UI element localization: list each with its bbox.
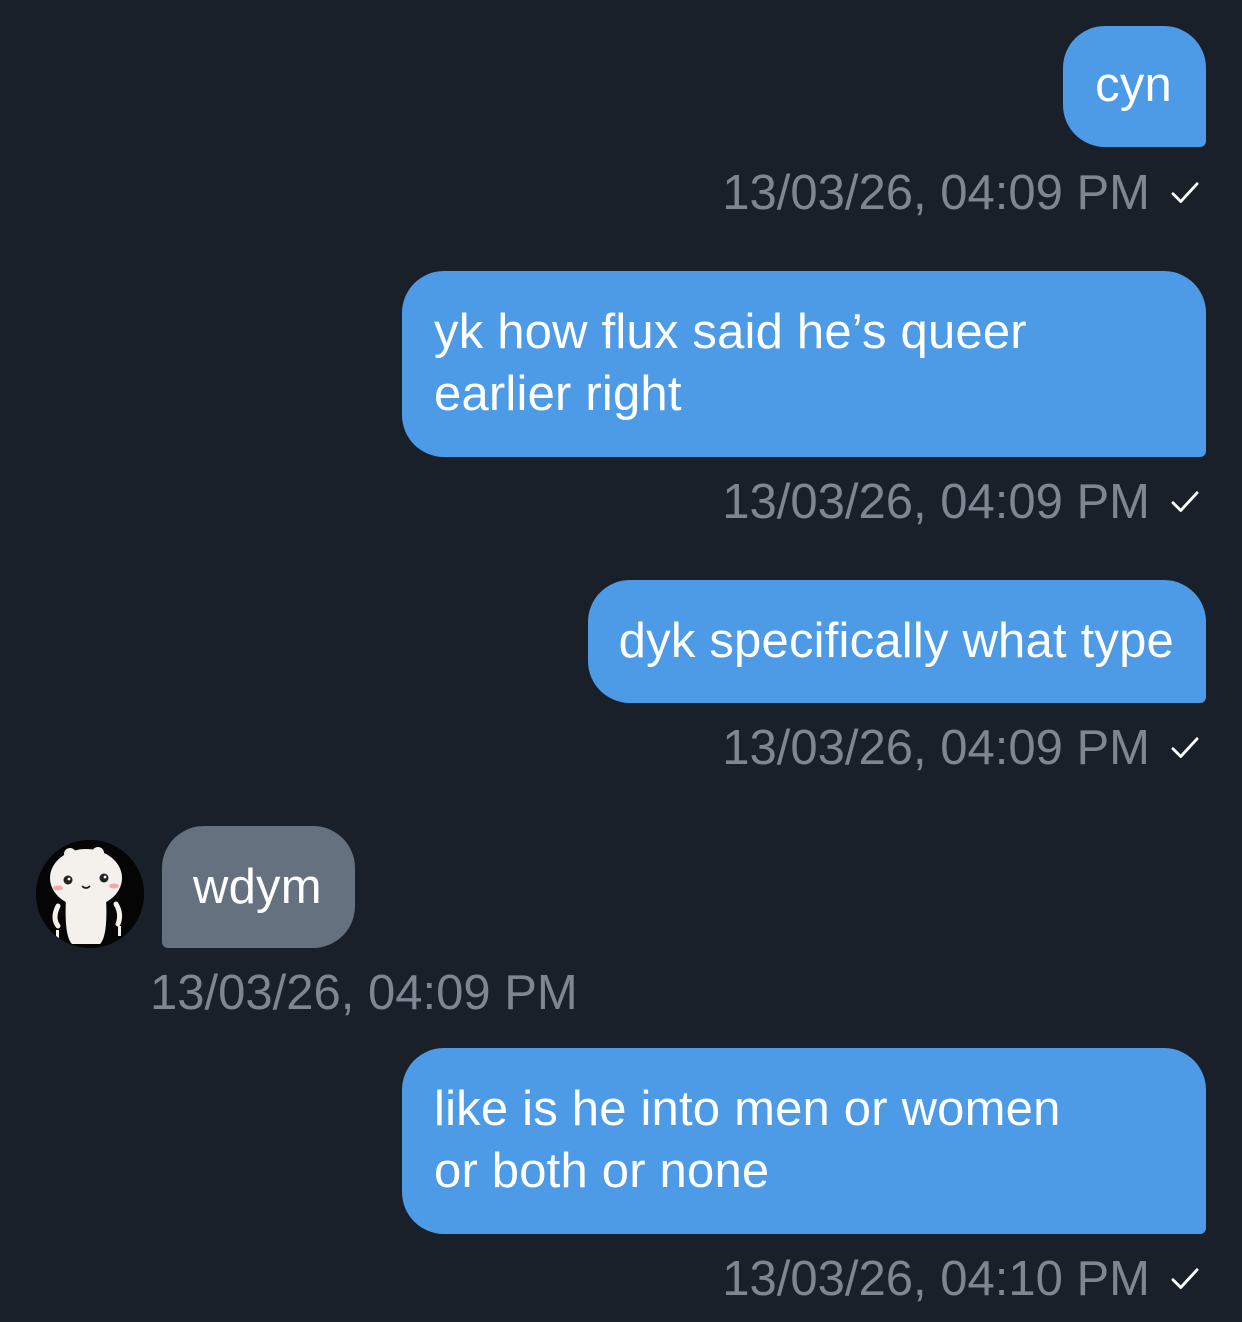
outgoing-message-bubble[interactable]: dyk specifically what type xyxy=(587,580,1206,703)
message-meta: 13/03/26, 04:10 PM xyxy=(722,1246,1202,1309)
message-meta: 13/03/26, 04:09 PM xyxy=(722,160,1202,223)
message-meta: 13/03/26, 04:09 PM xyxy=(150,960,578,1023)
message-timestamp: 13/03/26, 04:09 PM xyxy=(722,721,1150,776)
message-text-line: earlier right xyxy=(434,367,682,421)
message-timestamp: 13/03/26, 04:09 PM xyxy=(150,966,578,1021)
outgoing-message-bubble[interactable]: like is he into men or women or both or … xyxy=(402,1048,1206,1234)
message-text-line: or both or none xyxy=(434,1144,770,1198)
bear-avatar-drawing xyxy=(36,840,144,948)
message-text-line: like is he into men or women xyxy=(434,1082,1061,1136)
outgoing-message-bubble[interactable]: yk how flux said he’s queer earlier righ… xyxy=(402,271,1206,457)
message-meta: 13/03/26, 04:09 PM xyxy=(722,469,1202,532)
message-timestamp: 13/03/26, 04:10 PM xyxy=(722,1252,1150,1307)
message-timestamp: 13/03/26, 04:09 PM xyxy=(722,166,1150,221)
message-text: cyn xyxy=(1095,58,1172,112)
message-text: dyk specifically what type xyxy=(618,614,1174,668)
message-meta: 13/03/26, 04:09 PM xyxy=(722,715,1202,778)
outgoing-message-bubble[interactable]: cyn xyxy=(1063,26,1206,147)
message-text: wdym xyxy=(193,860,322,914)
sent-check-icon xyxy=(1171,491,1199,512)
incoming-message-bubble[interactable]: wdym xyxy=(162,826,355,948)
sent-check-icon xyxy=(1171,1268,1199,1289)
sent-check-icon xyxy=(1171,737,1199,758)
message-timestamp: 13/03/26, 04:09 PM xyxy=(722,475,1150,530)
sent-check-icon xyxy=(1171,182,1199,203)
bear-avatar-icon[interactable] xyxy=(36,840,144,948)
message-text-line: yk how flux said he’s queer xyxy=(434,305,1027,359)
